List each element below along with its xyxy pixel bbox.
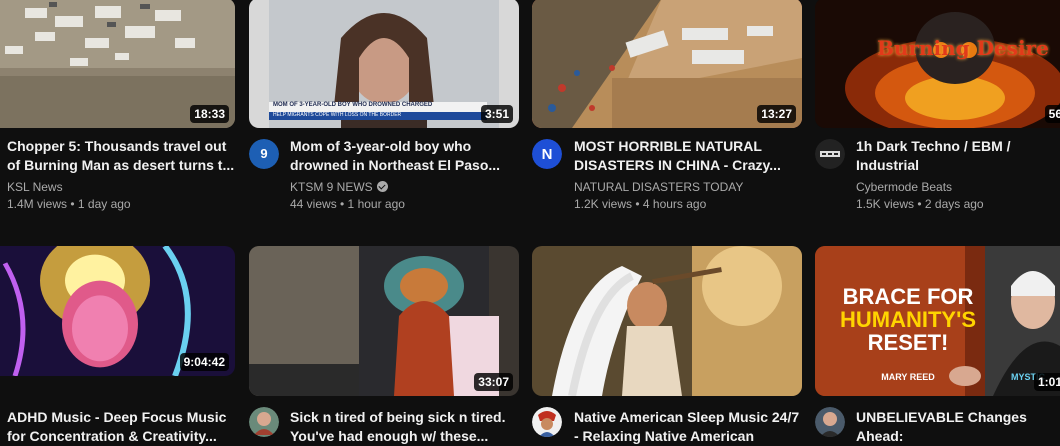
news-ticker: HELP MIGRANTS COPE WITH LOSS ON THE BORD…: [273, 112, 402, 118]
channel-name-text: KTSM 9 NEWS: [290, 180, 373, 194]
cybermode-logo-icon: [815, 139, 845, 169]
person-avatar-icon: [815, 407, 845, 437]
thumbnail-headline-3: RESET!: [867, 330, 949, 355]
channel-name[interactable]: NATURAL DISASTERS TODAY: [574, 179, 743, 195]
duration-badge: 9:04:42: [179, 353, 229, 371]
svg-text:9: 9: [260, 146, 267, 161]
ktsm-logo-icon: 9: [249, 139, 279, 169]
thumbnail-title-text: Burning Desire: [877, 36, 1049, 60]
news-headline: MOM OF 3-YEAR-OLD BOY WHO DROWNED CHARGE…: [273, 102, 433, 108]
video-thumbnail[interactable]: 9:04:42: [0, 246, 235, 376]
video-title[interactable]: Chopper 5: Thousands travel out of Burni…: [7, 137, 237, 175]
channel-avatar[interactable]: N: [532, 139, 562, 169]
video-stats: 1.2K views • 4 hours ago: [574, 197, 707, 211]
video-stats: 1.4M views • 1 day ago: [7, 197, 131, 211]
channel-avatar[interactable]: [532, 407, 562, 437]
duration-badge: 1:01: [1033, 373, 1060, 391]
native-flute-image: [532, 246, 802, 396]
video-thumbnail[interactable]: BRACE FOR HUMANITY'S RESET! MARY REED MY…: [815, 246, 1060, 396]
channel-name[interactable]: KSL News: [7, 179, 63, 195]
verified-check-icon: [376, 181, 388, 192]
channel-avatar[interactable]: [815, 407, 845, 437]
thumbnail-caption: MARY REED: [881, 372, 935, 382]
video-thumbnail[interactable]: Burning Desire 56: [815, 0, 1060, 128]
video-grid: 18:33 Chopper 5: Thousands travel out of…: [0, 0, 1060, 444]
video-thumbnail[interactable]: MOM OF 3-YEAR-OLD BOY WHO DROWNED CHARGE…: [249, 0, 519, 128]
video-title[interactable]: Mom of 3-year-old boy who drowned in Nor…: [290, 137, 520, 175]
news-mugshot-image: [249, 0, 519, 128]
fire-skull-image: [815, 0, 1060, 128]
native-avatar-icon: [532, 407, 562, 437]
n-logo-icon: N: [532, 139, 562, 169]
video-stats: 1.5K views • 2 days ago: [856, 197, 984, 211]
video-title[interactable]: UNBELIEVABLE Changes Ahead: Humanity's G…: [856, 408, 1060, 446]
duration-badge: 3:51: [480, 105, 513, 123]
duration-badge: 33:07: [474, 373, 513, 391]
thumbnail-headline-1: BRACE FOR: [842, 284, 974, 309]
video-title[interactable]: Native American Sleep Music 24/7 - Relax…: [574, 408, 804, 446]
channel-avatar[interactable]: [815, 139, 845, 169]
thumbnail-headline-2: HUMANITY'S: [839, 307, 976, 332]
duration-badge: 13:27: [757, 105, 796, 123]
channel-name[interactable]: KTSM 9 NEWS: [290, 179, 388, 195]
svg-text:N: N: [542, 146, 553, 163]
channel-avatar[interactable]: 9: [249, 139, 279, 169]
video-thumbnail[interactable]: 33:07: [249, 246, 519, 396]
channel-avatar[interactable]: [249, 407, 279, 437]
video-title[interactable]: 1h Dark Techno / EBM / Industrial Mix “B…: [856, 137, 1060, 175]
video-thumbnail[interactable]: 13:27: [532, 0, 802, 128]
video-thumbnail[interactable]: 18:33: [0, 0, 235, 128]
video-title[interactable]: ADHD Music - Deep Focus Music for Concen…: [7, 408, 237, 446]
streamer-avatar-icon: [249, 407, 279, 437]
video-thumbnail[interactable]: [532, 246, 802, 396]
video-title[interactable]: Sick n tired of being sick n tired. You'…: [290, 408, 520, 446]
video-stats: 44 views • 1 hour ago: [290, 197, 405, 211]
video-title[interactable]: MOST HORRIBLE NATURAL DISASTERS IN CHINA…: [574, 137, 804, 175]
duration-badge: 18:33: [190, 105, 229, 123]
duration-badge: 56: [1044, 105, 1060, 123]
channel-name[interactable]: Cybermode Beats: [856, 179, 952, 195]
